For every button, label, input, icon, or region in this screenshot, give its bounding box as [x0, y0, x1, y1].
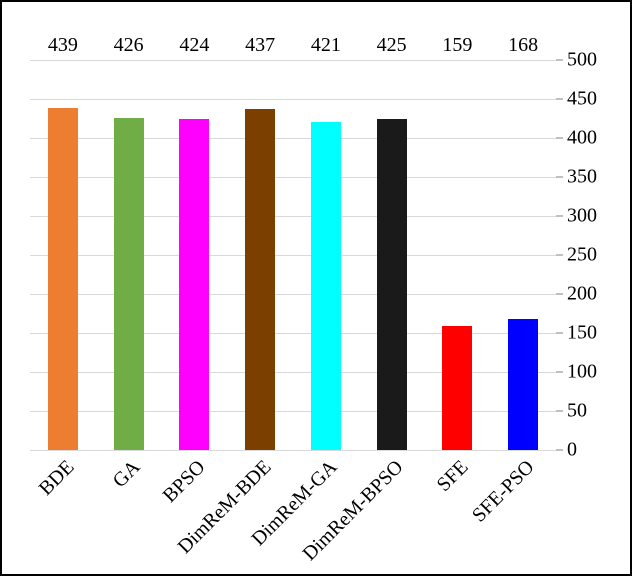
bar	[377, 119, 407, 451]
bar-value-label: 426	[114, 34, 144, 57]
bar-slot: 439	[30, 60, 96, 450]
y-tick: 250	[556, 244, 597, 267]
bar	[114, 118, 144, 450]
chart-frame: 439426424437421425159168 050100150200250…	[0, 0, 632, 576]
bars-container: 439426424437421425159168	[30, 60, 556, 450]
bar-value-label: 425	[377, 34, 407, 57]
bar-slot: 437	[227, 60, 293, 450]
bar	[442, 326, 472, 450]
bar-value-label: 159	[442, 34, 472, 57]
y-axis: 050100150200250300350400450500	[556, 60, 630, 450]
y-tick: 0	[556, 439, 577, 462]
bar	[311, 122, 341, 450]
y-tick: 350	[556, 166, 597, 189]
y-tick: 200	[556, 283, 597, 306]
y-tick-label: 500	[567, 49, 597, 72]
y-tick-label: 150	[567, 322, 597, 345]
y-tick: 150	[556, 322, 597, 345]
y-tick-label: 50	[567, 400, 587, 423]
y-tick-label: 300	[567, 205, 597, 228]
bar-slot: 424	[162, 60, 228, 450]
bar-value-label: 437	[245, 34, 275, 57]
bar-value-label: 168	[508, 34, 538, 57]
y-tick-label: 200	[567, 283, 597, 306]
bar	[48, 108, 78, 450]
x-category-label: GA	[108, 456, 145, 493]
y-tick: 300	[556, 205, 597, 228]
bar-slot: 168	[490, 60, 556, 450]
x-category-label: BPSO	[159, 456, 211, 508]
bar	[508, 319, 538, 450]
y-tick-label: 250	[567, 244, 597, 267]
bar-value-label: 421	[311, 34, 341, 57]
y-tick-label: 400	[567, 127, 597, 150]
plot-area: 439426424437421425159168	[30, 60, 556, 450]
y-tick-label: 350	[567, 166, 597, 189]
y-tick: 450	[556, 88, 597, 111]
x-label-slot: SFE-PSO	[490, 450, 556, 560]
bar	[245, 109, 275, 450]
bar	[179, 119, 209, 450]
x-category-label: BDE	[35, 456, 80, 501]
y-tick: 500	[556, 49, 597, 72]
bar-slot: 159	[425, 60, 491, 450]
y-tick-label: 0	[567, 439, 577, 462]
x-label-slot: DimReM-BPSO	[359, 450, 425, 560]
y-tick: 100	[556, 361, 597, 384]
y-tick: 400	[556, 127, 597, 150]
y-tick-label: 100	[567, 361, 597, 384]
bar-slot: 426	[96, 60, 162, 450]
y-tick: 50	[556, 400, 587, 423]
bar-value-label: 439	[48, 34, 78, 57]
bar-value-label: 424	[179, 34, 209, 57]
x-label-slot: BDE	[30, 450, 96, 560]
x-label-slot: GA	[96, 450, 162, 560]
bar-chart: 439426424437421425159168 050100150200250…	[30, 20, 556, 560]
bar-slot: 425	[359, 60, 425, 450]
y-tick-label: 450	[567, 88, 597, 111]
x-axis-labels: BDEGABPSODimReM-BDEDimReM-GADimReM-BPSOS…	[30, 450, 556, 560]
x-category-label: SFE	[433, 456, 474, 497]
bar-slot: 421	[293, 60, 359, 450]
